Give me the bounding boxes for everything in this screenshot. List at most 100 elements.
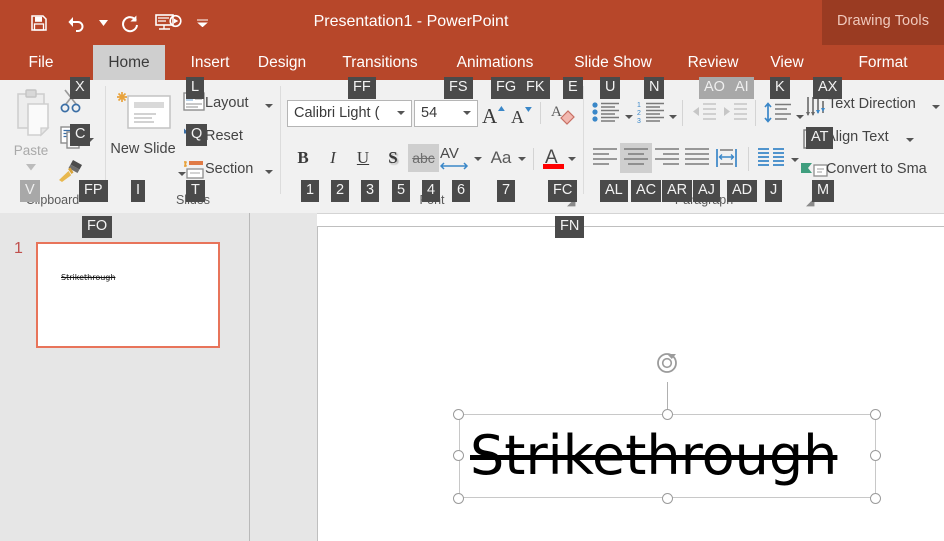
slide-number: 1 xyxy=(14,240,23,257)
slide-thumbnail-text: Strikethrough xyxy=(61,273,116,282)
keytip-bullets: U xyxy=(600,77,621,99)
align-text-label[interactable]: Align Text xyxy=(826,129,889,145)
font-name-value: Calibri Light ( xyxy=(294,105,380,121)
keytip-increase-font: FG xyxy=(491,77,522,99)
resize-handle-middle-right[interactable] xyxy=(870,450,881,461)
tab-view[interactable]: View xyxy=(762,45,812,80)
svg-text:A: A xyxy=(511,107,524,126)
resize-handle-bottom-right[interactable] xyxy=(870,493,881,504)
keytip-line-spacing: K xyxy=(770,77,790,99)
align-center-button[interactable] xyxy=(620,143,652,173)
slide-thumbnail-1[interactable]: Strikethrough xyxy=(36,242,220,348)
resize-handle-top-right[interactable] xyxy=(870,409,881,420)
keytip-paste: V xyxy=(20,180,40,202)
section-label[interactable]: Section xyxy=(205,161,253,177)
keytip-shadow: 5 xyxy=(392,180,411,202)
keytip-new-slide: I xyxy=(131,180,146,202)
svg-text:AV: AV xyxy=(440,145,459,162)
keytip-slide-canvas: FN xyxy=(555,216,585,238)
font-toolbar-divider xyxy=(540,102,541,124)
tab-review[interactable]: Review xyxy=(680,45,746,80)
convert-to-smartart-label[interactable]: Convert to Sma xyxy=(826,161,927,177)
keytip-columns: AD xyxy=(727,180,758,202)
tab-design[interactable]: Design xyxy=(248,45,316,80)
svg-text:A: A xyxy=(482,104,498,126)
resize-handle-middle-left[interactable] xyxy=(453,450,464,461)
font-row-divider xyxy=(533,148,534,170)
start-slideshow-icon[interactable] xyxy=(150,9,188,37)
resize-handle-bottom-center[interactable] xyxy=(662,493,673,504)
keytip-align-left: AL xyxy=(600,180,628,202)
paste-dropdown-icon[interactable] xyxy=(26,158,36,176)
bullets-dropdown-icon[interactable] xyxy=(625,115,633,119)
text-direction-dropdown-icon[interactable] xyxy=(932,105,940,109)
resize-handle-bottom-left[interactable] xyxy=(453,493,464,504)
svg-text:3: 3 xyxy=(637,118,641,125)
section-dropdown-icon[interactable] xyxy=(265,170,273,174)
rotate-handle-icon[interactable] xyxy=(653,348,683,378)
font-size-combobox[interactable]: 54 xyxy=(414,100,478,127)
tab-slide-show[interactable]: Slide Show xyxy=(562,45,664,80)
keytip-bold: 1 xyxy=(301,180,320,202)
keytip-layout: L xyxy=(186,77,205,99)
keytip-decrease-indent: AO xyxy=(699,77,730,99)
resize-handle-top-center[interactable] xyxy=(662,409,673,420)
keytip-decrease-font: FK xyxy=(521,77,550,99)
align-text-dropdown-icon[interactable] xyxy=(906,138,914,142)
bold-button[interactable]: B xyxy=(291,146,315,170)
redo-icon[interactable] xyxy=(113,9,147,37)
paragraph-divider-1 xyxy=(682,100,683,126)
keytip-character-spacing: 6 xyxy=(452,180,471,202)
group-separator xyxy=(280,86,281,194)
paragraph-divider-2 xyxy=(755,100,756,126)
slide-text[interactable]: Strikethrough xyxy=(470,418,870,494)
layout-dropdown-icon[interactable] xyxy=(265,104,273,108)
undo-dropdown-icon[interactable] xyxy=(96,9,110,37)
font-name-combobox[interactable]: Calibri Light ( xyxy=(287,100,412,127)
group-separator xyxy=(105,86,106,194)
tab-home[interactable]: Home xyxy=(93,45,165,80)
contextual-tab-group-label: Drawing Tools xyxy=(836,13,930,29)
smartart-columns-dropdown-icon[interactable] xyxy=(791,158,799,162)
font-color-dropdown-icon[interactable] xyxy=(568,157,576,161)
keytip-clear-formatting: E xyxy=(563,77,583,99)
keytip-underline: 3 xyxy=(361,180,380,202)
keytip-numbering: N xyxy=(644,77,665,99)
keytip-paragraph-dialog: J xyxy=(765,180,783,202)
keytip-increase-indent: AI xyxy=(730,77,754,99)
tab-transitions[interactable]: Transitions xyxy=(330,45,430,80)
paragraph-divider-3 xyxy=(748,147,749,171)
tab-insert[interactable]: Insert xyxy=(180,45,240,80)
change-case-dropdown-icon[interactable] xyxy=(518,157,526,161)
quick-access-toolbar xyxy=(22,9,213,37)
keytip-convert-to-smartart: M xyxy=(812,180,835,202)
italic-button[interactable]: I xyxy=(321,146,345,170)
underline-button[interactable]: U xyxy=(351,146,375,170)
keytip-align-right: AR xyxy=(662,180,693,202)
powerpoint-window: Drawing Tools Presentation1 - PowerPoint xyxy=(0,0,944,541)
strikethrough-button[interactable]: abc xyxy=(408,144,439,172)
paste-label: Paste xyxy=(13,143,49,158)
svg-text:1: 1 xyxy=(637,102,641,109)
keytip-slide-thumbnail: FO xyxy=(82,216,113,238)
change-case-button[interactable]: Aa xyxy=(487,146,515,170)
tab-format[interactable]: Format xyxy=(843,45,923,80)
new-slide-label-text: New Slide xyxy=(110,141,176,157)
numbering-dropdown-icon[interactable] xyxy=(669,115,677,119)
save-icon[interactable] xyxy=(22,9,56,37)
character-spacing-dropdown-icon[interactable] xyxy=(474,157,482,161)
line-spacing-dropdown-icon[interactable] xyxy=(796,115,804,119)
font-name-dropdown-icon[interactable] xyxy=(397,111,405,115)
keytip-text-direction: AX xyxy=(813,77,843,99)
customize-qat-icon[interactable] xyxy=(191,9,213,37)
font-size-dropdown-icon[interactable] xyxy=(463,111,471,115)
undo-icon[interactable] xyxy=(59,9,93,37)
tab-animations[interactable]: Animations xyxy=(444,45,546,80)
keytip-strikethrough: 4 xyxy=(422,180,441,202)
resize-handle-top-left[interactable] xyxy=(453,409,464,420)
text-shadow-button[interactable]: S xyxy=(381,146,405,170)
reset-label[interactable]: Reset xyxy=(205,128,243,144)
tab-file[interactable]: File xyxy=(18,45,64,80)
layout-label[interactable]: Layout xyxy=(205,95,249,111)
keytip-font-name: FF xyxy=(348,77,376,99)
